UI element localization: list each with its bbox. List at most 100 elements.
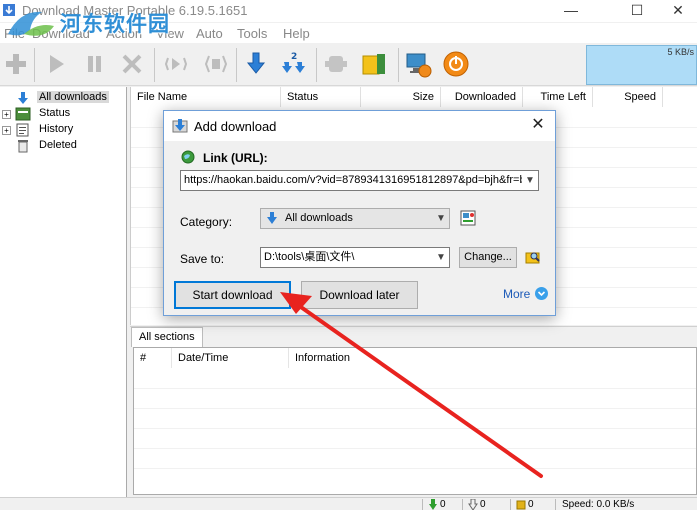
start-icon[interactable] (42, 50, 70, 78)
toolbar: 2 5 KB/s (0, 44, 697, 86)
tree-item-label: Deleted (39, 139, 77, 151)
column-downloaded[interactable]: Downloaded (441, 87, 523, 107)
folder-icon[interactable] (360, 50, 388, 78)
toolbar-separator (236, 48, 237, 82)
minimize-button[interactable]: — (548, 0, 594, 22)
computer-clock-icon[interactable] (404, 50, 432, 78)
add-download-icon (172, 119, 188, 133)
change-button[interactable]: Change... (459, 247, 517, 268)
grid-line (134, 408, 696, 409)
menu-tools[interactable]: Tools (237, 26, 267, 41)
column-status[interactable]: Status (281, 87, 361, 107)
chevron-down-icon[interactable]: ▼ (522, 171, 538, 190)
dialog-title: Add download (194, 119, 277, 134)
grid-line (134, 388, 696, 389)
log-column-datetime[interactable]: Date/Time (172, 348, 289, 368)
dialog-title-bar: Add download ✕ (164, 111, 555, 141)
status-icon (15, 107, 31, 121)
category-settings-icon[interactable] (460, 210, 476, 226)
url-value: https://haokan.baidu.com/v?vid=878934131… (184, 174, 538, 186)
menu-auto[interactable]: Auto (196, 26, 223, 41)
window-title: Download Master Portable 6.19.5.1651 (22, 3, 248, 18)
menu-download[interactable]: Download (32, 26, 90, 41)
maximize-button[interactable]: ☐ (614, 0, 660, 22)
log-list[interactable]: # Date/Time Information (133, 347, 697, 495)
dialog-close-button[interactable]: ✕ (525, 114, 551, 138)
title-bar: Download Master Portable 6.19.5.1651 — ☐… (0, 0, 697, 22)
speed-graph-label: 5 KB/s (667, 47, 694, 57)
tree-item-label: Status (39, 107, 71, 119)
status-waiting-count: 0 (480, 499, 486, 510)
step-icon[interactable] (162, 50, 190, 78)
category-value: All downloads (285, 212, 353, 224)
column-size[interactable]: Size (361, 87, 441, 107)
toolbar-separator (154, 48, 155, 82)
grid-line (134, 448, 696, 449)
download-2-icon[interactable]: 2 (280, 50, 308, 78)
log-column-number[interactable]: # (134, 348, 172, 368)
delete-icon[interactable] (118, 50, 146, 78)
menu-view[interactable]: View (156, 26, 184, 41)
chevron-down-icon[interactable]: ▼ (433, 209, 449, 228)
power-icon[interactable] (442, 50, 470, 78)
category-tree: All downloads + Status + History Deleted (0, 87, 127, 497)
add-download-dialog: Add download ✕ Link (URL): https://haoka… (163, 110, 556, 316)
toolbar-separator (398, 48, 399, 82)
save-to-input[interactable]: D:\tools\桌面\文件\ ▼ (260, 247, 450, 268)
status-active-count: 0 (440, 499, 446, 510)
expand-icon[interactable]: + (2, 126, 11, 135)
active-icon (429, 499, 437, 510)
chevron-down-icon[interactable]: ▼ (433, 248, 449, 267)
tree-item-label: History (39, 123, 74, 135)
category-label: Category: (180, 215, 233, 229)
grid-line (134, 468, 696, 469)
start-download-button[interactable]: Start download (174, 281, 291, 309)
speed-graph: 5 KB/s (586, 45, 697, 85)
app-icon (3, 4, 15, 16)
menu-help[interactable]: Help (283, 26, 310, 41)
add-icon[interactable] (2, 50, 30, 78)
status-separator (422, 499, 423, 510)
svg-text:2: 2 (291, 52, 297, 62)
pause-icon[interactable] (80, 50, 108, 78)
globe-icon (181, 150, 195, 164)
more-label: More (503, 287, 531, 301)
plugin-icon[interactable] (322, 50, 350, 78)
save-to-label: Save to: (180, 252, 225, 266)
url-input[interactable]: https://haokan.baidu.com/v?vid=878934131… (180, 170, 539, 191)
more-link[interactable]: More (503, 287, 548, 301)
download-arrow-icon (18, 92, 28, 104)
status-separator (462, 499, 463, 510)
column-file-name[interactable]: File Name (131, 87, 281, 107)
waiting-icon (468, 499, 478, 510)
download-arrow-icon (267, 212, 277, 224)
status-bar: 0 0 0 Speed: 0.0 KB/s (0, 497, 697, 510)
toolbar-separator (34, 48, 35, 82)
tab-all-sections[interactable]: All sections (131, 327, 203, 347)
link-label: Link (URL): (203, 151, 268, 165)
save-to-value: D:\tools\桌面\文件\ (264, 251, 355, 263)
history-icon (16, 123, 29, 137)
close-button[interactable]: ✕ (655, 0, 697, 22)
status-queued-count: 0 (528, 499, 534, 510)
status-speed: Speed: 0.0 KB/s (562, 499, 635, 510)
column-speed[interactable]: Speed (593, 87, 663, 107)
status-separator (510, 499, 511, 510)
download-later-button[interactable]: Download later (301, 281, 418, 309)
column-time-left[interactable]: Time Left (523, 87, 593, 107)
toolbar-separator (316, 48, 317, 82)
schedule-icon[interactable] (202, 50, 230, 78)
chevron-down-icon (534, 287, 548, 300)
bottom-tabs: All sections (130, 326, 697, 347)
tree-item-label: All downloads (37, 91, 109, 103)
download-icon[interactable] (242, 50, 270, 78)
expand-icon[interactable]: + (2, 110, 11, 119)
log-column-information[interactable]: Information (289, 348, 589, 368)
category-select[interactable]: All downloads ▼ (260, 208, 450, 229)
menu-action[interactable]: Action (106, 26, 142, 41)
trash-icon (18, 140, 28, 153)
menu-file[interactable]: File (4, 26, 25, 41)
folder-search-icon[interactable] (524, 248, 542, 266)
queue-icon (516, 500, 526, 510)
grid-line (134, 428, 696, 429)
